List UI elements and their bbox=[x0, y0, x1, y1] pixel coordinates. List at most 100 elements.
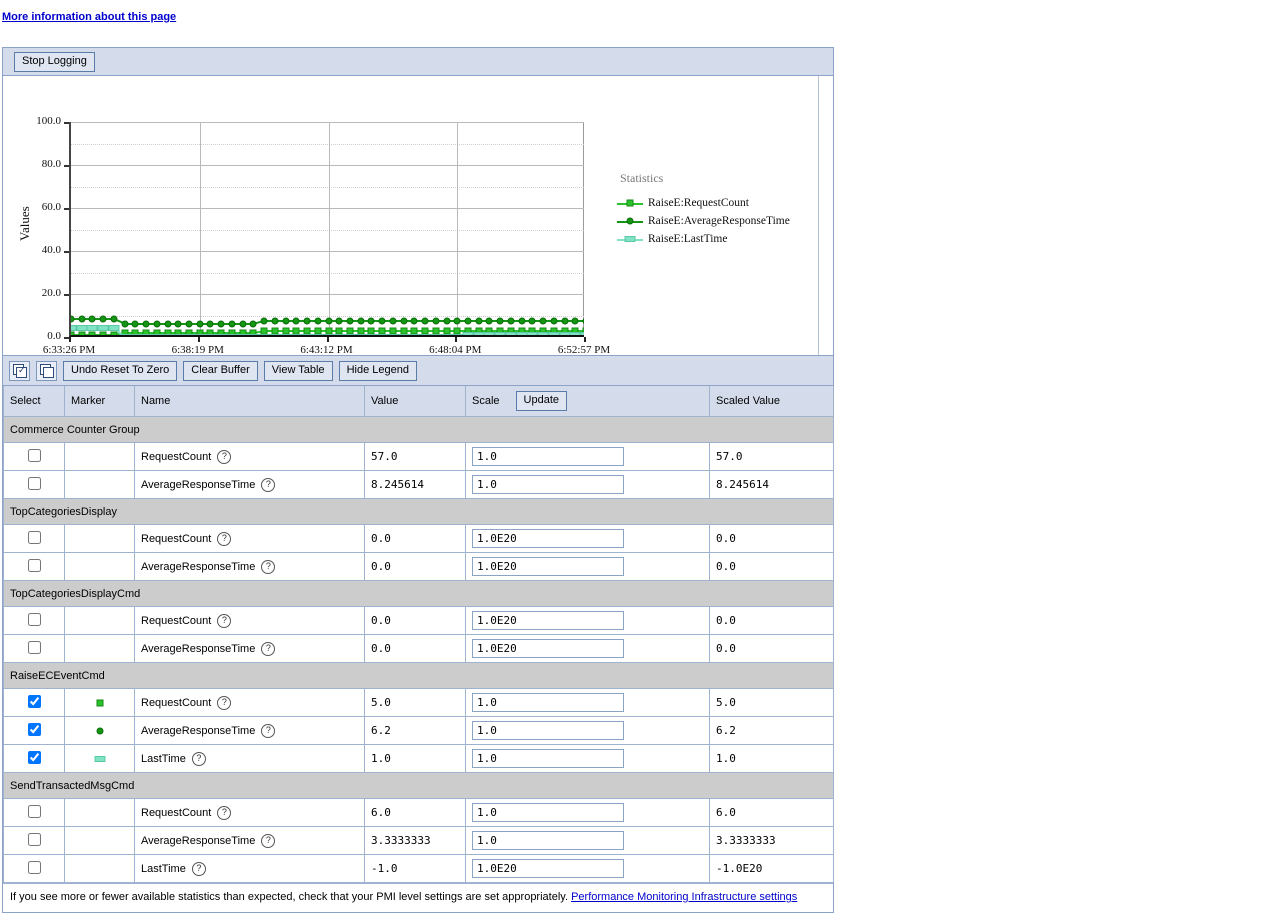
more-information-link[interactable]: More information about this page bbox=[2, 11, 176, 23]
series-data-point bbox=[430, 334, 442, 335]
row-select-checkbox[interactable] bbox=[27, 530, 41, 544]
series-data-point bbox=[569, 331, 581, 335]
x-tick-mark bbox=[326, 337, 329, 342]
select-all-icon[interactable]: ✓ bbox=[9, 360, 30, 381]
gridline-major bbox=[71, 208, 584, 209]
row-select-checkbox[interactable] bbox=[27, 860, 41, 874]
value-cell: 3.3333333 bbox=[364, 826, 466, 855]
row-select-checkbox[interactable] bbox=[27, 750, 41, 764]
x-tick-mark bbox=[455, 337, 458, 342]
value-cell: 6.0 bbox=[364, 798, 466, 827]
hide-legend-button[interactable]: Hide Legend bbox=[338, 360, 417, 381]
scale-input[interactable] bbox=[472, 803, 624, 822]
pmi-settings-link[interactable]: Performance Monitoring Infrastructure se… bbox=[571, 891, 797, 903]
marker-cell bbox=[64, 552, 135, 581]
counter-name: AverageResponseTime bbox=[141, 834, 256, 847]
header-marker: Marker bbox=[64, 386, 135, 417]
help-icon[interactable]: ? bbox=[261, 559, 276, 574]
scale-cell bbox=[465, 606, 710, 635]
gridline-vertical bbox=[328, 122, 330, 335]
table-row: RequestCount?6.06.0 bbox=[3, 798, 834, 827]
scaled-value-cell: 0.0 bbox=[709, 524, 834, 553]
undo-reset-to-zero-button[interactable]: Undo Reset To Zero bbox=[63, 360, 178, 381]
stop-logging-button[interactable]: Stop Logging bbox=[14, 51, 95, 72]
select-cell bbox=[3, 634, 65, 663]
counter-name: RequestCount bbox=[141, 532, 212, 545]
scale-input[interactable] bbox=[472, 831, 624, 850]
scale-cell bbox=[465, 826, 710, 855]
row-select-checkbox[interactable] bbox=[27, 558, 41, 572]
scale-cell bbox=[465, 470, 710, 499]
group-header-row: Commerce Counter Group bbox=[3, 416, 834, 443]
help-icon[interactable]: ? bbox=[217, 695, 232, 710]
series-data-point bbox=[432, 317, 440, 325]
row-select-checkbox[interactable] bbox=[27, 612, 41, 626]
series-data-point bbox=[249, 320, 257, 328]
row-select-checkbox[interactable] bbox=[27, 722, 41, 736]
series-data-point bbox=[419, 334, 431, 335]
help-icon[interactable]: ? bbox=[217, 613, 232, 628]
help-icon[interactable]: ? bbox=[261, 833, 276, 848]
scaled-value-cell: 5.0 bbox=[709, 688, 834, 717]
counter-name: AverageResponseTime bbox=[141, 724, 256, 737]
value-cell: 8.245614 bbox=[364, 470, 466, 499]
scale-cell bbox=[465, 442, 710, 471]
chart-legend-divider bbox=[818, 76, 819, 371]
series-data-point bbox=[408, 334, 420, 335]
scale-input[interactable] bbox=[472, 693, 624, 712]
row-select-checkbox[interactable] bbox=[27, 804, 41, 818]
series-data-point bbox=[142, 320, 150, 328]
view-table-button[interactable]: View Table bbox=[263, 360, 333, 381]
header-scaled-value: Scaled Value bbox=[709, 386, 834, 417]
row-select-checkbox[interactable] bbox=[27, 448, 41, 462]
scaled-value-cell: -1.0E20 bbox=[709, 854, 834, 883]
chart-body: Values Time 0.020.040.060.080.0100.0 6:3… bbox=[3, 76, 833, 374]
row-select-checkbox[interactable] bbox=[27, 694, 41, 708]
series-data-point bbox=[290, 334, 302, 335]
scale-input[interactable] bbox=[472, 557, 624, 576]
plot-area bbox=[69, 122, 584, 337]
help-icon[interactable]: ? bbox=[261, 723, 276, 738]
select-cell bbox=[3, 524, 65, 553]
row-select-checkbox[interactable] bbox=[27, 832, 41, 846]
help-icon[interactable]: ? bbox=[191, 861, 206, 876]
update-button[interactable]: Update bbox=[515, 391, 568, 411]
series-data-point bbox=[323, 334, 334, 335]
scale-input[interactable] bbox=[472, 721, 624, 740]
scaled-value-cell: 6.2 bbox=[709, 716, 834, 745]
series-data-point bbox=[280, 334, 292, 335]
series-data-point bbox=[194, 334, 206, 335]
counter-name: AverageResponseTime bbox=[141, 478, 256, 491]
value-cell: 0.0 bbox=[364, 634, 466, 663]
check-glyph: ✓ bbox=[18, 365, 26, 376]
row-select-checkbox[interactable] bbox=[27, 476, 41, 490]
help-icon[interactable]: ? bbox=[217, 805, 232, 820]
scale-input[interactable] bbox=[472, 529, 624, 548]
counter-name: LastTime bbox=[141, 752, 186, 765]
row-select-checkbox[interactable] bbox=[27, 640, 41, 654]
marker-cell bbox=[64, 606, 135, 635]
legend-item: RaiseE:AverageResponseTime bbox=[617, 215, 790, 227]
scale-input[interactable] bbox=[472, 749, 624, 768]
series-data-point bbox=[400, 317, 408, 325]
table-row: AverageResponseTime?8.2456148.245614 bbox=[3, 470, 834, 499]
table-header-row: Select Marker Name Value Scale Update Sc… bbox=[3, 386, 834, 417]
help-icon[interactable]: ? bbox=[217, 531, 232, 546]
legend-marker bbox=[626, 199, 634, 207]
scale-input[interactable] bbox=[472, 859, 624, 878]
scale-input[interactable] bbox=[472, 447, 624, 466]
scale-input[interactable] bbox=[472, 611, 624, 630]
help-icon[interactable]: ? bbox=[261, 641, 276, 656]
table-row: AverageResponseTime?6.26.2 bbox=[3, 716, 834, 745]
series-data-point bbox=[237, 334, 249, 335]
deselect-all-icon[interactable] bbox=[36, 360, 57, 381]
scale-input[interactable] bbox=[472, 639, 624, 658]
help-icon[interactable]: ? bbox=[191, 751, 206, 766]
y-tick-label: 80.0 bbox=[41, 158, 61, 170]
help-icon[interactable]: ? bbox=[217, 449, 232, 464]
counter-name: AverageResponseTime bbox=[141, 642, 256, 655]
series-data-point bbox=[129, 334, 141, 335]
clear-buffer-button[interactable]: Clear Buffer bbox=[183, 360, 258, 381]
scale-input[interactable] bbox=[472, 475, 624, 494]
help-icon[interactable]: ? bbox=[261, 477, 276, 492]
